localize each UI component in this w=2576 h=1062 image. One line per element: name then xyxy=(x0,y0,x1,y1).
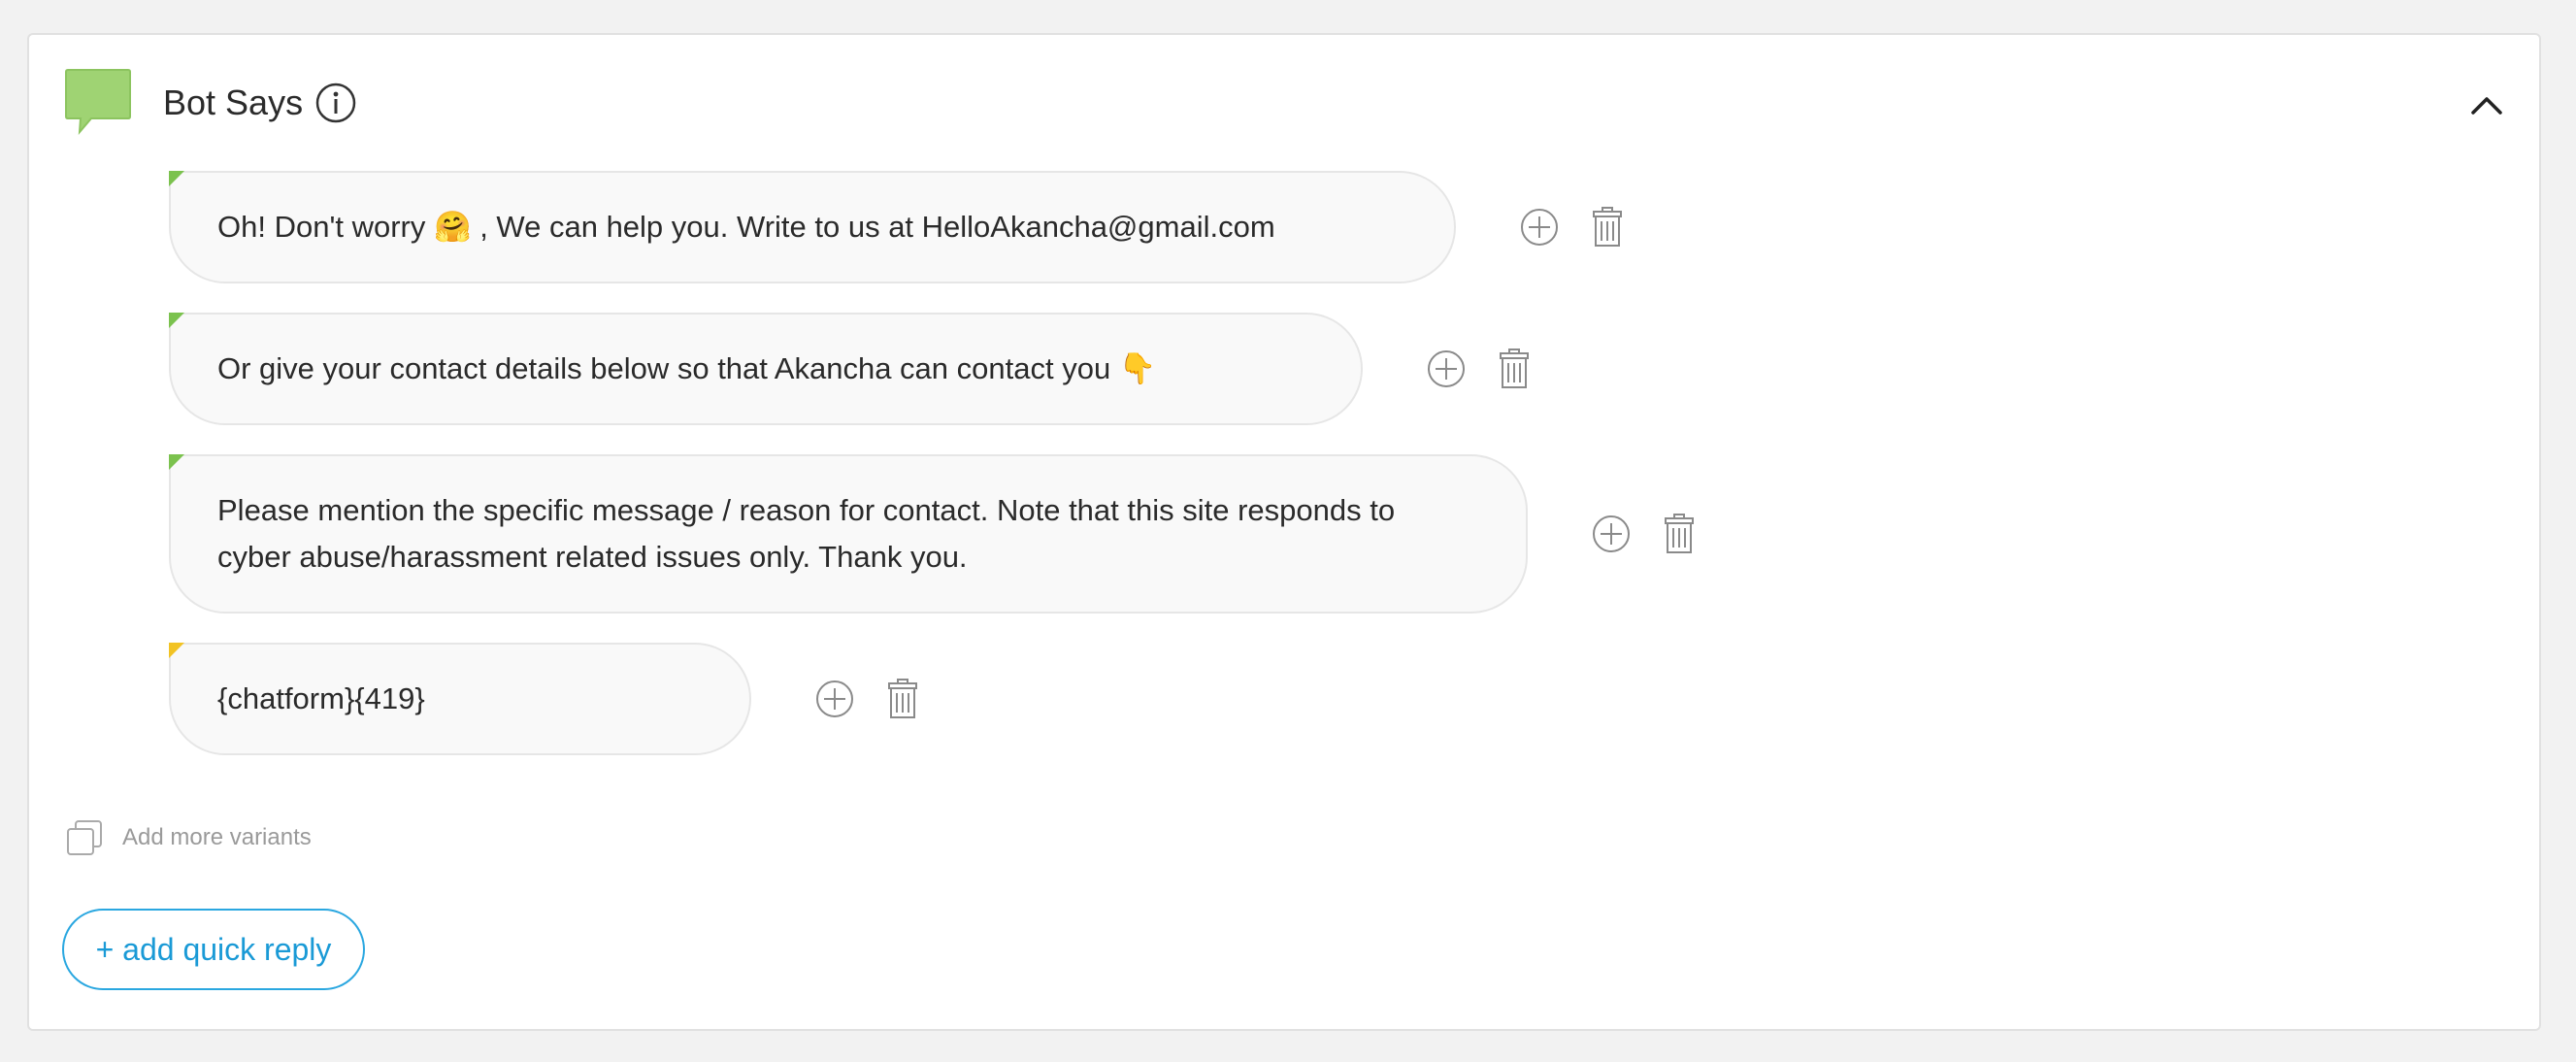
add-quick-reply-button[interactable]: + add quick reply xyxy=(62,909,365,990)
message-row: Oh! Don't worry 🤗 , We can help you. Wri… xyxy=(169,171,1622,283)
add-variants-link[interactable]: Add more variants xyxy=(64,817,312,858)
message-row: Or give your contact details below so th… xyxy=(169,313,1529,425)
trash-icon[interactable] xyxy=(1658,513,1701,555)
add-variants-label: Add more variants xyxy=(122,824,312,850)
section-title: Bot Says xyxy=(163,83,304,122)
copy-icon xyxy=(67,820,102,855)
card-header: Bot Says xyxy=(29,35,2539,171)
message-bubble[interactable]: {chatform}{419} xyxy=(169,643,751,755)
green-marker xyxy=(169,313,184,328)
add-circle-icon[interactable] xyxy=(1425,348,1468,390)
message-bubble[interactable]: Please mention the specific message / re… xyxy=(169,454,1528,614)
message-bubble[interactable]: Oh! Don't worry 🤗 , We can help you. Wri… xyxy=(169,171,1456,283)
speech-bubble-icon xyxy=(65,69,131,135)
chevron-up-icon[interactable] xyxy=(2467,91,2506,118)
message-actions xyxy=(1518,171,1654,283)
yellow-marker xyxy=(169,643,184,658)
message-text: Or give your contact details below so th… xyxy=(217,351,1157,385)
message-actions xyxy=(813,643,949,755)
add-circle-icon[interactable] xyxy=(1518,206,1561,249)
add-circle-icon[interactable] xyxy=(813,678,856,720)
message-actions xyxy=(1425,313,1561,425)
message-text: {chatform}{419} xyxy=(217,681,425,715)
bot-says-card: Bot Says Oh! Don't worry 🤗 , We can help… xyxy=(27,33,2541,1031)
message-text: Oh! Don't worry 🤗 , We can help you. Wri… xyxy=(217,210,1275,244)
add-circle-icon[interactable] xyxy=(1590,513,1633,555)
info-icon[interactable] xyxy=(314,82,357,124)
message-row: Please mention the specific message / re… xyxy=(169,454,1694,614)
message-row: {chatform}{419} xyxy=(169,643,917,755)
message-text: Please mention the specific message / re… xyxy=(217,493,1396,574)
green-marker xyxy=(169,171,184,186)
trash-icon[interactable] xyxy=(1586,206,1629,249)
green-marker xyxy=(169,454,184,470)
message-bubble[interactable]: Or give your contact details below so th… xyxy=(169,313,1363,425)
trash-icon[interactable] xyxy=(1493,348,1536,390)
trash-icon[interactable] xyxy=(881,678,924,720)
message-actions xyxy=(1590,454,1726,614)
